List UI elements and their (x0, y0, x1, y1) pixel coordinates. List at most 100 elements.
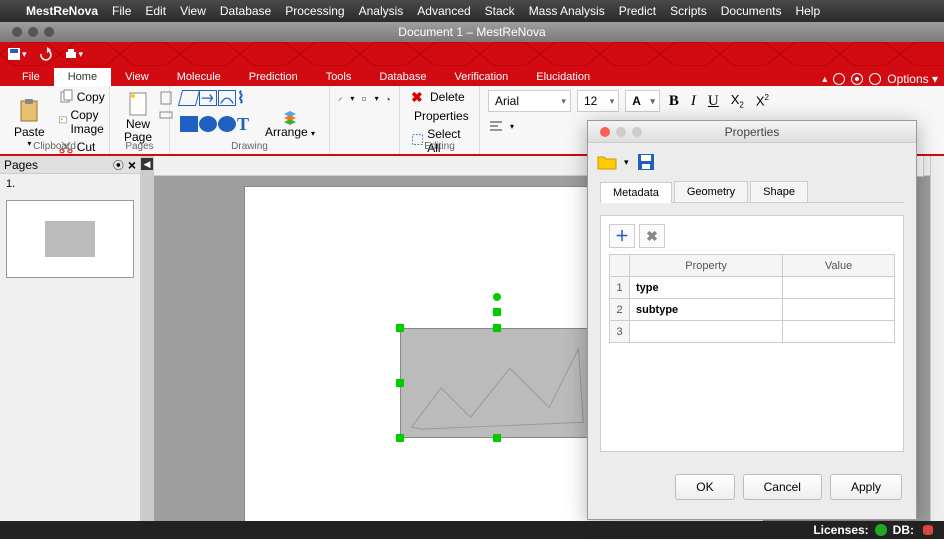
menu-stack[interactable]: Stack (485, 4, 515, 18)
menu-edit[interactable]: Edit (145, 4, 166, 18)
line-color-icon[interactable] (338, 90, 342, 106)
tab-molecule[interactable]: Molecule (163, 68, 235, 86)
page-thumbnail[interactable] (6, 200, 134, 278)
db-status-icon[interactable] (920, 522, 936, 538)
properties-button[interactable]: Properties (408, 107, 471, 125)
menu-scripts[interactable]: Scripts (670, 4, 707, 18)
app-name-menu[interactable]: MestReNova (26, 4, 98, 18)
italic-button[interactable]: I (688, 93, 699, 110)
tab-view[interactable]: View (111, 68, 163, 86)
thumb-label: 1. (0, 174, 140, 194)
tab-tools[interactable]: Tools (312, 68, 366, 86)
save-icon[interactable] (6, 46, 22, 62)
resize-handle-w[interactable] (396, 379, 404, 387)
menu-advanced[interactable]: Advanced (417, 4, 470, 18)
close-window-icon[interactable] (12, 27, 22, 37)
options-menu[interactable]: Options ▾ (887, 72, 938, 86)
tab-verification[interactable]: Verification (440, 68, 522, 86)
table-row[interactable]: 1type (610, 277, 895, 299)
ok-button[interactable]: OK (675, 474, 734, 500)
menu-analysis[interactable]: Analysis (359, 4, 404, 18)
resize-handle-nw[interactable] (396, 324, 404, 332)
shapes-gallery-2[interactable]: T (178, 114, 257, 134)
license-ok-icon[interactable] (875, 524, 887, 536)
underline-button[interactable]: U (705, 93, 722, 110)
dialog-titlebar[interactable]: Properties (588, 121, 916, 143)
print-icon[interactable] (63, 46, 79, 62)
ribbon-tabs: File Home View Molecule Prediction Tools… (0, 66, 944, 86)
fill-color-icon[interactable] (362, 90, 366, 106)
ellipse-shape-icon[interactable] (199, 116, 217, 132)
subscript-button[interactable]: X2 (728, 92, 747, 110)
clipboard-icon (15, 97, 43, 125)
rect-shape-icon[interactable] (180, 116, 198, 132)
menu-file[interactable]: File (112, 4, 131, 18)
rotate-handle-top[interactable] (493, 293, 501, 301)
menu-documents[interactable]: Documents (721, 4, 782, 18)
menu-help[interactable]: Help (795, 4, 820, 18)
shapes-gallery[interactable]: ⌇ (178, 88, 257, 108)
minimize-window-icon[interactable] (28, 27, 38, 37)
dialog-zoom-icon (632, 127, 642, 137)
apply-button[interactable]: Apply (830, 474, 902, 500)
cursor-icon[interactable] (387, 90, 391, 106)
zoom-window-icon[interactable] (44, 27, 54, 37)
window-titlebar: Document 1 – MestReNova (0, 22, 944, 42)
remove-row-button[interactable]: ✖ (639, 224, 665, 248)
panel-collapse-button[interactable]: ◀ (140, 156, 154, 521)
dropdown-icon[interactable]: ▾ (22, 49, 27, 60)
properties-dialog: Properties ▾ Metadata Geometry Shape ＋ ✖… (587, 120, 917, 520)
menu-view[interactable]: View (180, 4, 206, 18)
bold-button[interactable]: B (666, 93, 682, 110)
menu-mass-analysis[interactable]: Mass Analysis (529, 4, 605, 18)
tab-elucidation[interactable]: Elucidation (522, 68, 604, 86)
dropdown-icon[interactable]: ▾ (79, 49, 84, 60)
resize-handle-n[interactable] (493, 324, 501, 332)
tab-metadata[interactable]: Metadata (600, 182, 672, 203)
tab-geometry[interactable]: Geometry (674, 181, 748, 202)
arrange-button[interactable]: Arrange ▾ (261, 109, 319, 139)
tab-file[interactable]: File (8, 68, 54, 86)
tab-database[interactable]: Database (365, 68, 440, 86)
selected-shape[interactable] (400, 328, 595, 438)
font-name-combo[interactable]: Arial (488, 90, 571, 112)
menu-predict[interactable]: Predict (619, 4, 656, 18)
add-row-button[interactable]: ＋ (609, 224, 635, 248)
menu-processing[interactable]: Processing (285, 4, 344, 18)
open-folder-icon[interactable] (596, 151, 618, 173)
circle-shape-icon[interactable] (218, 116, 236, 132)
table-row[interactable]: 2subtype (610, 299, 895, 321)
polyline-shape-icon[interactable]: ⌇ (237, 90, 255, 106)
superscript-button[interactable]: X2 (753, 93, 772, 108)
curve-shape-icon[interactable] (218, 90, 236, 106)
target-icon[interactable] (869, 73, 881, 85)
menu-database[interactable]: Database (220, 4, 271, 18)
tab-prediction[interactable]: Prediction (235, 68, 312, 86)
copy-button[interactable]: Copy (55, 88, 113, 106)
gear-icon[interactable] (851, 73, 863, 85)
copy-image-button[interactable]: Copy Image (55, 107, 113, 137)
resize-handle-s[interactable] (493, 434, 501, 442)
line-shape-icon[interactable] (178, 90, 200, 106)
info-icon[interactable] (833, 73, 845, 85)
text-shape-icon[interactable]: T (237, 116, 255, 132)
new-page-button[interactable]: New Page (118, 88, 158, 146)
cancel-button[interactable]: Cancel (743, 474, 822, 500)
dialog-close-icon[interactable] (600, 127, 610, 137)
vertical-scrollbar[interactable] (930, 156, 944, 521)
tab-shape[interactable]: Shape (750, 181, 808, 202)
collapse-ribbon-icon[interactable]: ▴ (822, 74, 827, 85)
rotate-handle[interactable] (493, 308, 501, 316)
arrow-shape-icon[interactable] (199, 90, 217, 106)
delete-button[interactable]: ✖Delete (408, 88, 471, 106)
font-color-combo[interactable]: A (625, 90, 660, 112)
resize-handle-sw[interactable] (396, 434, 404, 442)
save-icon[interactable] (635, 151, 657, 173)
undo-icon[interactable] (37, 46, 53, 62)
table-row[interactable]: 3 (610, 321, 895, 343)
panel-close-icon[interactable]: × (128, 157, 136, 173)
tab-home[interactable]: Home (54, 68, 111, 86)
panel-pin-icon[interactable]: ⦿ (113, 157, 124, 173)
align-left-icon[interactable] (488, 118, 504, 134)
font-size-combo[interactable]: 12 (577, 90, 619, 112)
